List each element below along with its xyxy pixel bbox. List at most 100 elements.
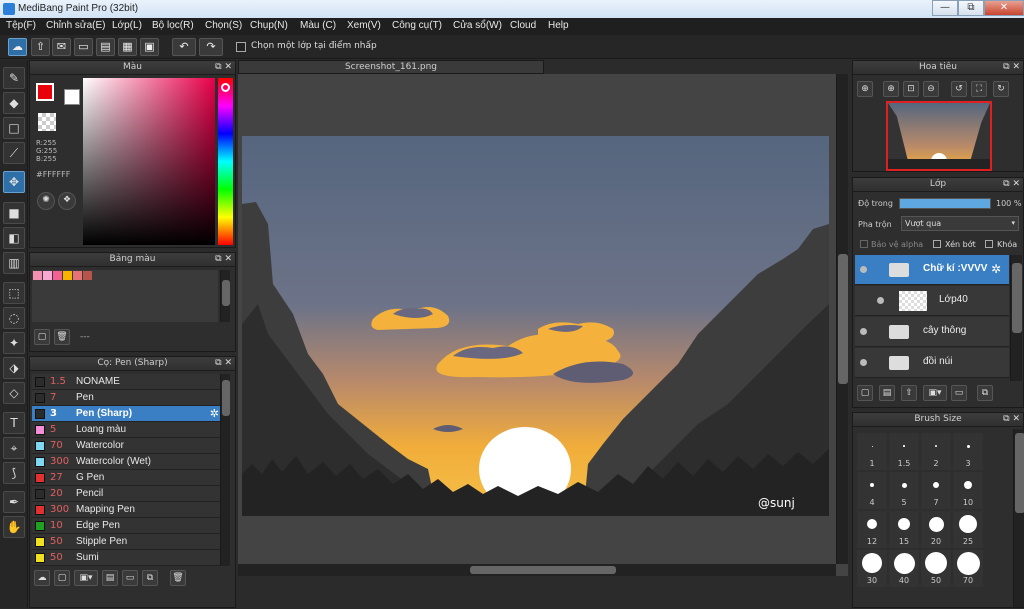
minimize-button[interactable]: —	[932, 0, 958, 16]
panel-close-icon[interactable]: ⧉ ✕	[215, 357, 232, 370]
duplicate-layer-icon[interactable]: ⧉	[977, 385, 993, 401]
brush-item[interactable]: 10 Edge Pen	[32, 518, 223, 534]
brush-size-cell[interactable]: 50	[921, 550, 951, 587]
menu-filter[interactable]: Bộ lọc(R)	[152, 20, 194, 31]
brush-size-cell[interactable]: 2	[921, 433, 951, 470]
rectangle-tool-icon[interactable]: □	[3, 117, 25, 139]
brush-cloud-icon[interactable]: ☁	[34, 570, 50, 586]
close-button[interactable]: ✕	[984, 0, 1024, 16]
brush-size-cell[interactable]: 7	[921, 472, 951, 509]
brush-folder-icon[interactable]: ▭	[122, 570, 138, 586]
speech-icon[interactable]: ▭	[74, 38, 93, 56]
layer-row[interactable]: đồi núi	[855, 348, 1009, 378]
eyedropper-icon[interactable]: ⟆	[3, 462, 25, 484]
menu-window[interactable]: Cửa sổ(W)	[453, 20, 502, 31]
palette-scrollbar[interactable]	[220, 270, 230, 322]
brush-size-cell[interactable]: 5	[889, 472, 919, 509]
share-icon[interactable]: ⇧	[31, 38, 50, 56]
panel-close-icon[interactable]: ⧉ ✕	[1003, 413, 1020, 426]
palette-swatch[interactable]	[43, 271, 52, 280]
delete-brush-icon[interactable]: 🗑	[170, 570, 186, 586]
canvas-vertical-scrollbar[interactable]	[836, 74, 848, 564]
redo-icon[interactable]: ↷	[199, 38, 223, 56]
rotate-right-icon[interactable]: ↻	[993, 81, 1009, 97]
layer-row[interactable]: cây thông	[855, 317, 1009, 347]
brush-size-cell[interactable]: 30	[857, 550, 887, 587]
duplicate-brush-icon[interactable]: ⧉	[142, 570, 158, 586]
lock-checkbox[interactable]	[985, 240, 993, 248]
gear-icon[interactable]: ✲	[210, 407, 219, 420]
grid-icon[interactable]: ▦	[118, 38, 137, 56]
transparent-color-swatch[interactable]	[38, 113, 56, 131]
menu-help[interactable]: Help	[548, 20, 569, 31]
brush-item[interactable]: 50 Sumi	[32, 550, 223, 566]
brush-size-cell[interactable]: 1	[857, 433, 887, 470]
palette-swatch[interactable]	[33, 271, 42, 280]
brush-item[interactable]: 5 Loang màu	[32, 422, 223, 438]
brush-item[interactable]: 27 G Pen	[32, 470, 223, 486]
hand-tool-icon[interactable]: ✋	[3, 516, 25, 538]
menu-capture[interactable]: Chụp(N)	[250, 20, 288, 31]
visibility-icon[interactable]	[860, 266, 867, 273]
layers-scrollbar[interactable]	[1010, 255, 1022, 381]
layer-row[interactable]: Lớp40	[855, 286, 1009, 316]
brush-size-cell[interactable]: 20	[921, 511, 951, 548]
color-saturation-field[interactable]	[83, 78, 215, 245]
palette-swatch[interactable]	[63, 271, 72, 280]
menu-view[interactable]: Xem(V)	[347, 20, 381, 31]
cloud-icon[interactable]: ☁	[8, 38, 27, 56]
brush-size-cell[interactable]: 70	[953, 550, 983, 587]
pen-tool-icon[interactable]: ✒	[3, 491, 25, 513]
move-tool-icon[interactable]: ✥	[3, 171, 25, 193]
menu-tools[interactable]: Công cụ(T)	[392, 20, 442, 31]
fullscreen-icon[interactable]: ⛶	[971, 81, 987, 97]
gear-icon[interactable]: ✲	[991, 262, 1001, 276]
foreground-color-swatch[interactable]	[36, 83, 54, 101]
palette-swatch[interactable]	[83, 271, 92, 280]
delete-palette-icon[interactable]: 🗑	[54, 329, 70, 345]
fit-icon[interactable]: ⊡	[903, 81, 919, 97]
brush-scrollbar[interactable]	[220, 374, 230, 566]
add-brush-icon[interactable]: ▣▾	[74, 570, 98, 586]
page-icon[interactable]: ▤	[96, 38, 115, 56]
canvas-horizontal-scrollbar[interactable]	[238, 564, 836, 576]
brush-item[interactable]: 300 Mapping Pen	[32, 502, 223, 518]
fill-rect-tool-icon[interactable]: ■	[3, 202, 25, 224]
brush-size-scrollbar[interactable]	[1013, 429, 1024, 607]
opacity-slider[interactable]	[899, 198, 991, 209]
brush-item[interactable]: 7 Pen	[32, 390, 223, 406]
add-layer-icon[interactable]: ▣▾	[923, 385, 947, 401]
layer-up-icon[interactable]: ⇧	[901, 385, 917, 401]
select-eraser-icon[interactable]: ◇	[3, 382, 25, 404]
brush-size-cell[interactable]: 15	[889, 511, 919, 548]
zoom-in-icon[interactable]: ⊕	[857, 81, 873, 97]
select-pen-icon[interactable]: ⬗	[3, 357, 25, 379]
brush-size-cell[interactable]: 1.5	[889, 433, 919, 470]
brush-size-cell[interactable]: 10	[953, 472, 983, 509]
comment-icon[interactable]: ✉	[52, 38, 71, 56]
gradient-tool-icon[interactable]: ▥	[3, 252, 25, 274]
brush-item[interactable]: 20 Pencil	[32, 486, 223, 502]
brush-size-cell[interactable]: 25	[953, 511, 983, 548]
hue-slider-handle[interactable]	[221, 83, 230, 92]
brush-item[interactable]: 300 Watercolor (Wet)	[32, 454, 223, 470]
menu-cloud[interactable]: Cloud	[510, 20, 536, 31]
new-brush-icon[interactable]: ▢	[54, 570, 70, 586]
protect-alpha-checkbox[interactable]	[860, 240, 868, 248]
panel-close-icon[interactable]: ⧉ ✕	[215, 61, 232, 74]
select-rect-icon[interactable]: ⬚	[3, 282, 25, 304]
visibility-icon[interactable]	[860, 328, 867, 335]
panel-close-icon[interactable]: ⧉ ✕	[1003, 61, 1020, 74]
brush-item[interactable]: 1.5 NONAME	[32, 374, 223, 390]
layer-settings-icon[interactable]: ▤	[879, 385, 895, 401]
layer-row[interactable]: Chữ kí :VVVV ✲	[855, 255, 1009, 285]
panel-close-icon[interactable]: ⧉ ✕	[1003, 178, 1020, 191]
new-layer-icon[interactable]: ▢	[857, 385, 873, 401]
select-layer-checkbox[interactable]	[236, 42, 246, 52]
menu-edit[interactable]: Chỉnh sửa(E)	[46, 20, 106, 31]
brush-item[interactable]: 50 Stipple Pen	[32, 534, 223, 550]
brush-item[interactable]: 70 Watercolor	[32, 438, 223, 454]
palette-swatch[interactable]	[53, 271, 62, 280]
brush-size-cell[interactable]: 40	[889, 550, 919, 587]
zoom-out-icon[interactable]: ⊖	[923, 81, 939, 97]
